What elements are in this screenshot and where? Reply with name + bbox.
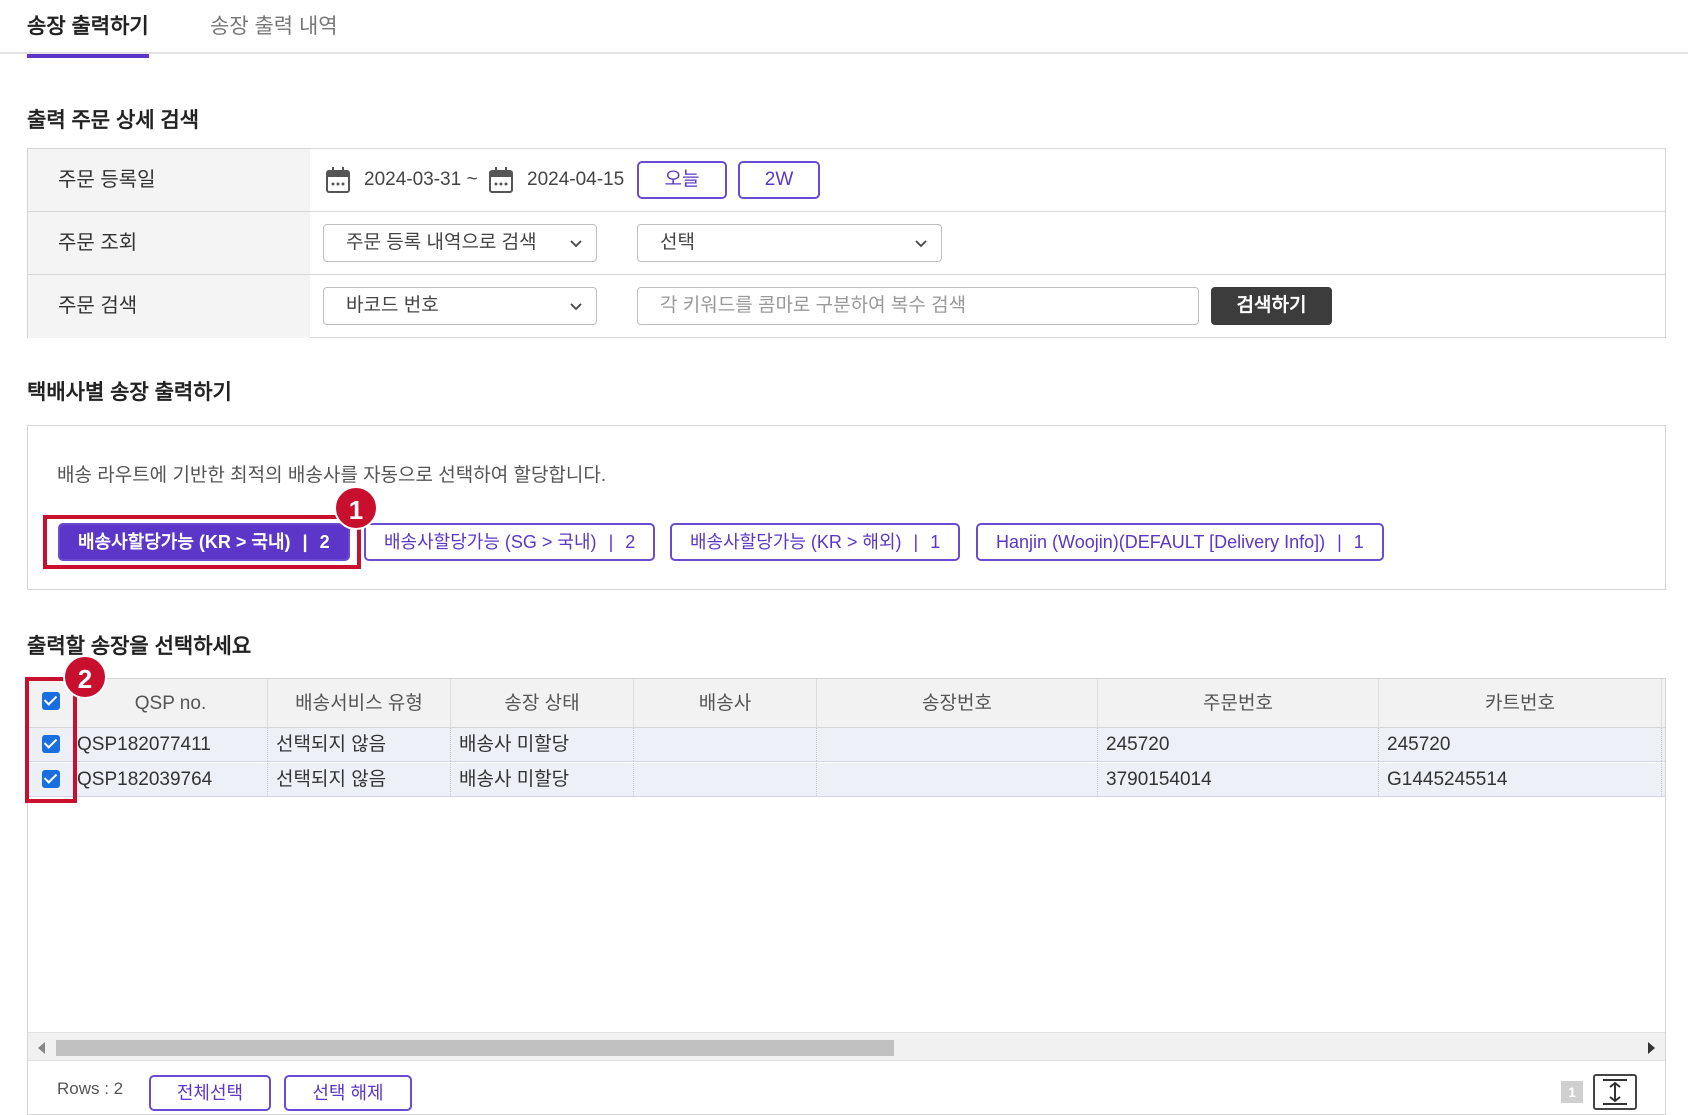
column-header[interactable]: 주문번호 [1098, 679, 1379, 727]
highlight-box-2 [25, 677, 77, 803]
grid-footer: Rows : 2 전체선택 선택 해제 1 [28, 1060, 1665, 1114]
carrier-chip-sg-domestic[interactable]: 배송사할당가능 (SG > 국내) | 2 [364, 523, 656, 561]
chip-separator: | [913, 532, 919, 552]
deselect-button[interactable]: 선택 해제 [284, 1075, 412, 1111]
date-to[interactable]: 2024-04-15 [527, 169, 624, 191]
grid-section-title: 출력할 송장을 선택하세요 [27, 635, 252, 658]
grid-header: QSP no. 배송서비스 유형 송장 상태 배송사 송장번호 주문번호 카트번… [28, 679, 1665, 728]
expand-vertical-icon [1603, 1079, 1627, 1105]
cell-order: 3790154014 [1098, 763, 1379, 796]
carrier-chip-kr-overseas[interactable]: 배송사할당가능 (KR > 해외) | 1 [670, 523, 961, 561]
inquiry-type-select[interactable]: 주문 등록 내역으로 검색 [323, 224, 597, 262]
column-header[interactable]: 카트번호 [1379, 679, 1662, 727]
cell-status: 배송사 미할당 [451, 728, 634, 761]
keyword-row: 주문 검색 바코드 번호 각 키워드를 콤마로 구분하여 복수 검색 검색하기 [28, 275, 1665, 338]
search-panel: 주문 등록일 2024-03-31 ~ 2024-04-15 오늘 2W 주문 … [27, 148, 1666, 338]
cell-invoice [817, 763, 1098, 796]
tab-print-invoice[interactable]: 송장 출력하기 [27, 10, 149, 58]
inquiry-label: 주문 조회 [28, 212, 310, 274]
date-row: 주문 등록일 2024-03-31 ~ 2024-04-15 오늘 2W [28, 149, 1665, 212]
search-type-select[interactable]: 바코드 번호 [323, 287, 597, 325]
search-type-value: 바코드 번호 [346, 295, 439, 316]
scroll-left-icon[interactable] [38, 1042, 45, 1054]
date-from[interactable]: 2024-03-31 ~ [364, 169, 478, 191]
column-header[interactable]: 송장 상태 [451, 679, 634, 727]
chip-separator: | [608, 532, 614, 552]
resize-button[interactable] [1593, 1074, 1637, 1110]
scroll-right-icon[interactable] [1648, 1042, 1655, 1054]
invoice-grid: QSP no. 배송서비스 유형 송장 상태 배송사 송장번호 주문번호 카트번… [27, 678, 1666, 1115]
select-all-button[interactable]: 전체선택 [149, 1075, 271, 1111]
cell-qsp: QSP182039764 [74, 763, 268, 796]
page-number[interactable]: 1 [1561, 1081, 1583, 1103]
cell-status: 배송사 미할당 [451, 763, 634, 796]
two-week-button[interactable]: 2W [738, 161, 820, 199]
search-label: 주문 검색 [28, 275, 310, 338]
chevron-down-icon [915, 240, 927, 248]
cell-service: 선택되지 않음 [268, 728, 451, 761]
search-button[interactable]: 검색하기 [1211, 287, 1332, 325]
chip-count: 2 [625, 532, 636, 552]
chip-separator: | [1337, 532, 1342, 552]
cell-service: 선택되지 않음 [268, 763, 451, 796]
cell-order: 245720 [1098, 728, 1379, 761]
column-header[interactable]: 배송사 [634, 679, 817, 727]
date-label: 주문 등록일 [28, 149, 310, 211]
cell-cart: G1445245514 [1379, 763, 1662, 796]
tab-bar: 송장 출력하기 송장 출력 내역 [0, 0, 1688, 58]
rows-count: Rows : 2 [57, 1079, 124, 1098]
cell-qsp: QSP182077411 [74, 728, 268, 761]
chevron-down-icon [570, 303, 582, 311]
chip-count: 1 [1353, 532, 1364, 552]
cell-cart: 245720 [1379, 728, 1662, 761]
inquiry-option-select[interactable]: 선택 [637, 224, 942, 262]
column-header[interactable]: 송장번호 [817, 679, 1098, 727]
step-badge-1: 1 [334, 486, 378, 530]
chevron-down-icon [570, 240, 582, 248]
horizontal-scrollbar[interactable] [28, 1032, 1665, 1060]
cell-extra: em [1662, 728, 1665, 761]
inquiry-row: 주문 조회 주문 등록 내역으로 검색 선택 [28, 212, 1665, 275]
cell-carrier [634, 763, 817, 796]
calendar-icon[interactable] [325, 166, 351, 194]
carrier-section-title: 택배사별 송장 출력하기 [27, 381, 232, 404]
chip-label: 배송사할당가능 (SG > 국내) [384, 532, 597, 552]
cell-invoice [817, 728, 1098, 761]
chip-count: 1 [930, 532, 941, 552]
search-section-title: 출력 주문 상세 검색 [27, 109, 200, 132]
table-row[interactable]: QSP182039764 선택되지 않음 배송사 미할당 3790154014 … [28, 763, 1665, 797]
scrollbar-thumb[interactable] [56, 1040, 894, 1056]
cell-extra: 사: [1662, 763, 1665, 796]
step-badge-2: 2 [63, 655, 107, 699]
calendar-icon[interactable] [488, 166, 514, 194]
table-row[interactable]: QSP182077411 선택되지 않음 배송사 미할당 245720 2457… [28, 728, 1665, 762]
chip-label: Hanjin (Woojin)(DEFAULT [Delivery Info]) [996, 532, 1326, 552]
inquiry-option-value: 선택 [660, 232, 695, 253]
inquiry-type-value: 주문 등록 내역으로 검색 [346, 232, 537, 253]
keyword-input[interactable]: 각 키워드를 콤마로 구분하여 복수 검색 [637, 287, 1199, 325]
tab-print-history[interactable]: 송장 출력 내역 [210, 10, 338, 54]
cell-carrier [634, 728, 817, 761]
today-button[interactable]: 오늘 [637, 161, 727, 199]
column-header[interactable]: 배송서비스 유형 [268, 679, 451, 727]
carrier-description: 배송 라우트에 기반한 최적의 배송사를 자동으로 선택하여 할당합니다. [57, 465, 607, 486]
carrier-chip-hanjin[interactable]: Hanjin (Woojin)(DEFAULT [Delivery Info])… [976, 523, 1384, 561]
column-header[interactable] [1662, 679, 1665, 727]
highlight-box-1 [43, 515, 361, 569]
chip-label: 배송사할당가능 (KR > 해외) [690, 532, 902, 552]
